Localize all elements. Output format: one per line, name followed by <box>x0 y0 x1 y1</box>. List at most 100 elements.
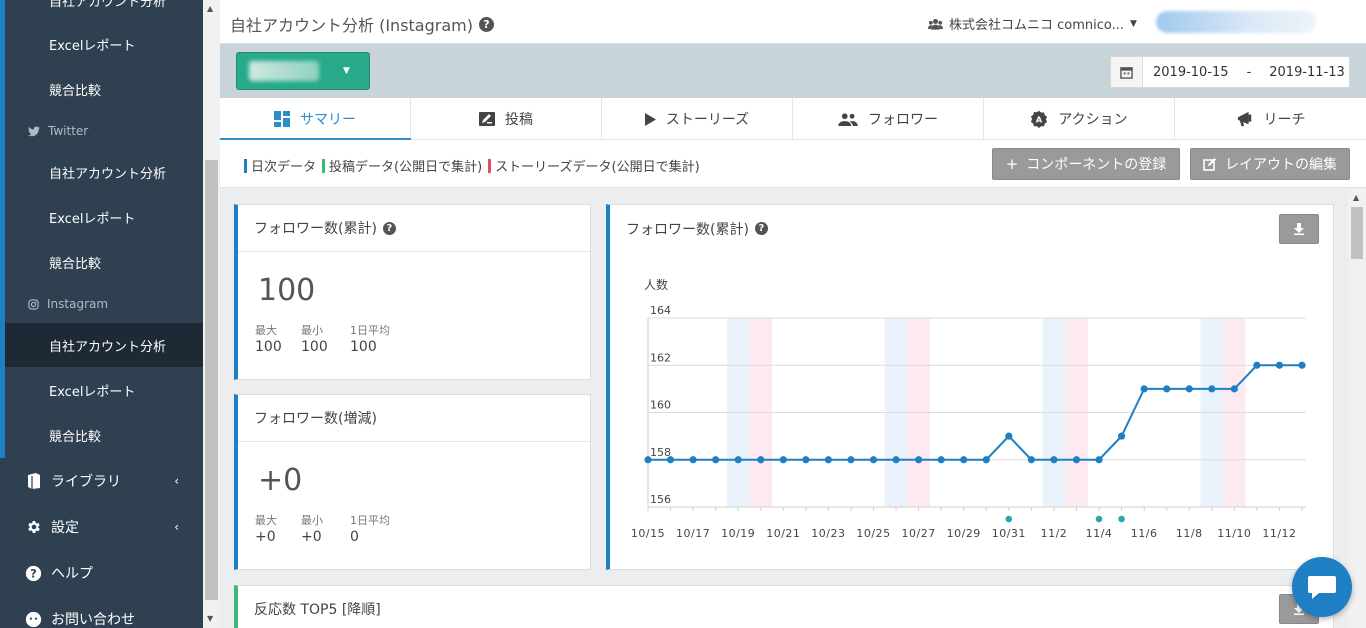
edit-icon <box>1203 158 1216 171</box>
sidebar-item-twitter-excel[interactable]: Excelレポート <box>5 195 203 239</box>
tab-followers[interactable]: フォロワー <box>793 98 984 140</box>
help-icon[interactable]: ? <box>478 16 494 32</box>
card-header: フォロワー数(累計) ? <box>238 205 590 252</box>
chart-data-point <box>1005 432 1013 440</box>
calendar-icon[interactable] <box>1111 57 1143 87</box>
sidebar-item-contact[interactable]: お問い合わせ <box>0 597 203 628</box>
download-icon <box>1294 223 1304 235</box>
stat-label-avg: 1日平均 <box>350 514 390 527</box>
stat-label-avg: 1日平均 <box>350 324 390 337</box>
legend-item-stories: ストーリーズデータ(公開日で集計) <box>488 156 700 175</box>
card-title: フォロワー数(累計) <box>254 221 377 237</box>
tab-label: リーチ <box>1263 112 1306 128</box>
sidebar-item-settings[interactable]: 設定 ‹ <box>0 505 203 549</box>
scroll-up-arrow-icon[interactable]: ▲ <box>1353 193 1359 202</box>
users-icon <box>928 18 943 30</box>
card-followers-change: フォロワー数(増減) +0 最大 最小 1日平均 +0 +0 0 <box>234 394 591 570</box>
tab-stories[interactable]: ストーリーズ <box>602 98 793 140</box>
card-followers-total: フォロワー数(累計) ? 100 最大 最小 1日平均 100 100 100 <box>234 204 591 380</box>
download-button[interactable] <box>1279 214 1319 244</box>
stat-label-min: 最小 <box>301 514 323 527</box>
scroll-up-arrow-icon[interactable]: ▲ <box>207 4 213 13</box>
tab-posts[interactable]: 投稿 <box>411 98 602 140</box>
sidebar-item-label: お問い合わせ <box>51 612 135 628</box>
help-circle-icon: ? <box>25 565 42 582</box>
chart-data-point <box>847 456 855 464</box>
legend-item-posts: 投稿データ(公開日で集計) <box>322 156 482 175</box>
gear-icon <box>25 519 42 536</box>
edit-layout-button[interactable]: レイアウトの編集 <box>1190 148 1350 180</box>
chart-data-point <box>915 456 923 464</box>
chart-data-point <box>1275 361 1284 369</box>
chart-x-tick-label: 11/8 <box>1176 527 1203 540</box>
sidebar-item-competitor-top[interactable]: 競合比較 <box>5 67 203 111</box>
button-label: レイアウトの編集 <box>1225 157 1337 173</box>
tab-actions[interactable]: A アクション <box>984 98 1175 140</box>
chat-bubble-icon <box>1308 576 1336 599</box>
sidebar-item-label: 競合比較 <box>49 429 102 445</box>
page-title-text: 自社アカウント分析 (Instagram) <box>230 16 473 35</box>
chart-data-point <box>937 456 945 464</box>
megaphone-icon <box>1237 111 1251 127</box>
chart-x-tick-label: 10/25 <box>856 527 890 540</box>
chart-x-tick-label: 10/29 <box>947 527 981 540</box>
sidebar-item-label: 自社アカウント分析 <box>49 0 167 10</box>
company-selector[interactable]: 株式会社コムニコ comnico... ▼ <box>928 14 1137 33</box>
add-component-button[interactable]: + コンポーネントの登録 <box>992 148 1180 180</box>
chart-data-point <box>757 456 765 464</box>
chevron-left-icon: ‹ <box>174 474 179 488</box>
chart-x-tick-label: 11/4 <box>1086 527 1113 540</box>
action-badge-icon: A <box>1031 110 1048 128</box>
chart-x-tick-label: 10/15 <box>631 527 665 540</box>
scrollbar-thumb[interactable] <box>205 160 218 600</box>
chart-data-point <box>1072 456 1081 464</box>
company-name: 株式会社コムニコ comnico... <box>949 18 1125 33</box>
stat-value-avg: 100 <box>350 339 377 355</box>
chart-x-tick-label: 10/19 <box>721 527 755 540</box>
sidebar-item-excel-report-top[interactable]: Excelレポート <box>5 22 203 66</box>
metric-value: 100 <box>258 273 316 308</box>
summary-toolbar: 日次データ 投稿データ(公開日で集計) ストーリーズデータ(公開日で集計) + … <box>220 140 1366 188</box>
tab-label: フォロワー <box>868 112 938 128</box>
post-edit-icon <box>479 112 495 126</box>
scrollbar-thumb[interactable] <box>1351 207 1363 259</box>
sidebar-item-twitter-own-analysis[interactable]: 自社アカウント分析 <box>5 150 203 194</box>
chart-x-tick-label: 10/27 <box>902 527 936 540</box>
chart-data-point <box>960 456 968 464</box>
tab-label: ストーリーズ <box>665 112 750 128</box>
chat-support-button[interactable] <box>1292 557 1352 617</box>
sidebar-item-label: Excelレポート <box>49 384 136 400</box>
date-range-picker[interactable]: 2019-10-15 - 2019-11-13 <box>1110 56 1350 88</box>
chart-data-point <box>1117 432 1126 440</box>
stat-value-min: 100 <box>301 339 328 355</box>
account-selector-button[interactable]: ▼ <box>236 52 370 90</box>
tab-bar: サマリー 投稿 ストーリーズ フォロワー A アクション リーチ <box>220 98 1366 141</box>
help-icon[interactable]: ? <box>754 222 768 235</box>
sidebar-item-library[interactable]: ライブラリ ‹ <box>0 459 203 503</box>
sidebar-item-instagram-excel[interactable]: Excelレポート <box>5 368 203 412</box>
date-separator: - <box>1246 64 1252 80</box>
tab-summary[interactable]: サマリー <box>220 98 411 141</box>
content-scrollbar[interactable]: ▲ <box>1348 189 1366 628</box>
stat-label-max: 最大 <box>255 324 277 337</box>
sidebar-item-instagram-competitor[interactable]: 競合比較 <box>5 413 203 457</box>
sidebar-item-twitter-competitor[interactable]: 競合比較 <box>5 240 203 284</box>
followers-line-chart: 156 158 160 162 164 10/15 10/17 10/19 10/21 10/2… <box>631 277 1306 540</box>
instagram-icon <box>28 298 39 310</box>
user-account-menu[interactable] <box>1156 11 1316 33</box>
sidebar-item-help[interactable]: ? ヘルプ <box>0 551 203 595</box>
card-title: 反応数 TOP5 [降順] <box>254 602 381 618</box>
sidebar-item-instagram-own-analysis[interactable]: 自社アカウント分析 <box>5 323 203 367</box>
sidebar-item-partial[interactable]: 自社アカウント分析 <box>5 0 203 22</box>
chart-data-point <box>666 456 675 464</box>
sidebar-scrollbar[interactable]: ▲ ▼ <box>203 0 220 628</box>
tab-reach[interactable]: リーチ <box>1175 98 1366 140</box>
svg-text:?: ? <box>30 567 36 580</box>
button-label: コンポーネントの登録 <box>1026 157 1167 173</box>
chart-data-point <box>1140 385 1148 393</box>
scroll-down-arrow-icon[interactable]: ▼ <box>207 614 213 623</box>
help-icon[interactable]: ? <box>382 221 396 235</box>
chart-x-tick-label: 10/23 <box>811 527 845 540</box>
chart-data-point <box>712 456 720 464</box>
card-reaction-top5: 反応数 TOP5 [降順] <box>234 585 1334 628</box>
